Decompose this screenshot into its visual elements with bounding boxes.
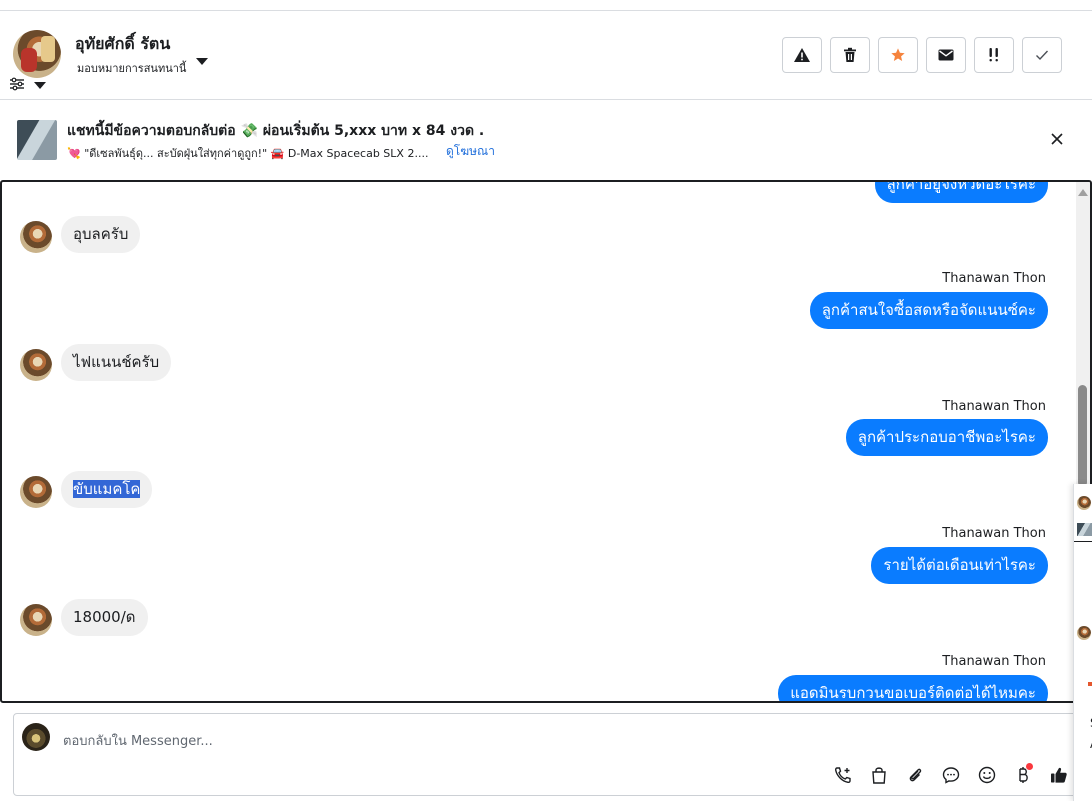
contact-name[interactable]: อุทัยศักดิ์ รัตน <box>75 32 170 57</box>
like-button[interactable] <box>1048 764 1070 786</box>
follow-up-button[interactable] <box>974 37 1014 73</box>
close-banner-icon[interactable] <box>1049 131 1065 147</box>
assign-dropdown-icon[interactable] <box>196 58 208 65</box>
envelope-icon <box>938 49 954 61</box>
message-thread[interactable]: ลูกค้าอยู่จังหวัดอะไรคะ อุบลครับ Thanawa… <box>0 180 1092 703</box>
spam-button[interactable] <box>782 37 822 73</box>
sender-name: Thanawan Thon <box>942 399 1046 414</box>
message-outgoing: รายได้ต่อเดือนเท่าไรคะ <box>871 547 1048 584</box>
warning-icon <box>794 48 810 62</box>
message-incoming-selected: ขับแมคโค <box>61 471 153 508</box>
double-exclamation-icon <box>989 48 998 62</box>
payment-button[interactable] <box>1012 763 1034 786</box>
sender-name: Thanawan Thon <box>942 526 1046 541</box>
message-outgoing: ลูกค้าอยู่จังหวัดอะไรคะ <box>874 182 1048 203</box>
edge-marker <box>1088 682 1092 686</box>
conversation-header: อุทัยศักดิ์ รัตน มอบหมายการสนทนานี้ <box>0 11 1092 100</box>
selected-text: ขับแมคโค <box>73 480 141 498</box>
star-button[interactable] <box>878 37 918 73</box>
ad-thumbnail[interactable] <box>17 120 57 160</box>
shopping-bag-icon <box>872 767 886 784</box>
emoji-button[interactable] <box>976 764 998 786</box>
sender-name: Thanawan Thon <box>942 654 1046 669</box>
scroll-up-icon[interactable] <box>1078 189 1088 196</box>
scrollbar-thumb[interactable] <box>1078 385 1087 487</box>
trash-icon <box>844 47 856 62</box>
edge-avatar <box>1077 496 1091 510</box>
message-incoming: 18000/ด <box>61 599 148 636</box>
side-panel-peek[interactable]: S A <box>1073 484 1092 801</box>
message-incoming: อุบลครับ <box>61 216 141 253</box>
avatar-figure-highlight <box>41 36 55 62</box>
message-incoming: ไฟแนนช์ครับ <box>61 344 172 381</box>
ad-context-banner: แชทนี้มีข้อความตอบกลับต่อ 💸 ผ่อนเริ่มต้น… <box>0 100 1092 180</box>
ad-title: แชทนี้มีข้อความตอบกลับต่อ 💸 ผ่อนเริ่มต้น… <box>67 123 485 139</box>
composer-toolbar <box>832 763 1070 786</box>
filter-dropdown-icon[interactable] <box>34 82 46 89</box>
page-avatar <box>22 723 50 751</box>
contact-avatar-small <box>20 604 52 636</box>
saved-replies-button[interactable] <box>940 764 962 786</box>
attach-button[interactable] <box>904 764 926 786</box>
mark-unread-button[interactable] <box>926 37 966 73</box>
check-icon <box>1036 50 1049 61</box>
filter-sliders-icon[interactable] <box>9 77 25 91</box>
sender-name: Thanawan Thon <box>942 271 1046 286</box>
saved-reply-icon <box>942 767 960 784</box>
avatar-figure <box>21 48 37 72</box>
delete-button[interactable] <box>830 37 870 73</box>
shop-button[interactable] <box>868 764 890 786</box>
assign-conversation-label[interactable]: มอบหมายการสนทนานี้ <box>77 59 186 77</box>
message-outgoing: แอดมินรบกวนขอเบอร์ติดต่อได้ไหมคะ <box>778 675 1048 701</box>
contact-avatar[interactable] <box>13 30 61 78</box>
conversation-actions <box>782 37 1062 73</box>
contact-avatar-small <box>20 476 52 508</box>
message-outgoing: ลูกค้าสนใจซื้อสดหรือจัดแนนซ์คะ <box>809 292 1048 329</box>
message-outgoing: ลูกค้าประกอบอาชีพอะไรคะ <box>845 419 1048 456</box>
edge-avatar <box>1077 626 1091 640</box>
emoji-icon <box>978 766 996 784</box>
paperclip-icon <box>909 768 922 782</box>
thumbs-up-icon <box>1051 767 1067 783</box>
messenger-conversation-view: อุทัยศักดิ์ รัตน มอบหมายการสนทนานี้ แชทน… <box>0 0 1092 801</box>
contact-avatar-small <box>20 349 52 381</box>
star-icon <box>891 48 905 61</box>
add-call-button[interactable] <box>832 764 854 786</box>
notification-dot <box>1026 763 1033 770</box>
view-ad-link[interactable]: ดูโฆษณา <box>446 142 495 161</box>
reply-composer[interactable]: ตอบกลับใน Messenger... <box>13 713 1085 796</box>
mark-done-button[interactable] <box>1022 37 1062 73</box>
add-call-icon <box>835 767 851 783</box>
ad-subtitle: 💘 "ดีเซลพันธุ์ดุ... สะบัดฝุ่นใส่ทุกค่าดู… <box>67 147 429 160</box>
edge-thumbnail <box>1077 523 1092 536</box>
contact-avatar-small <box>20 221 52 253</box>
edge-divider <box>1074 541 1092 542</box>
reply-input[interactable]: ตอบกลับใน Messenger... <box>63 730 213 751</box>
